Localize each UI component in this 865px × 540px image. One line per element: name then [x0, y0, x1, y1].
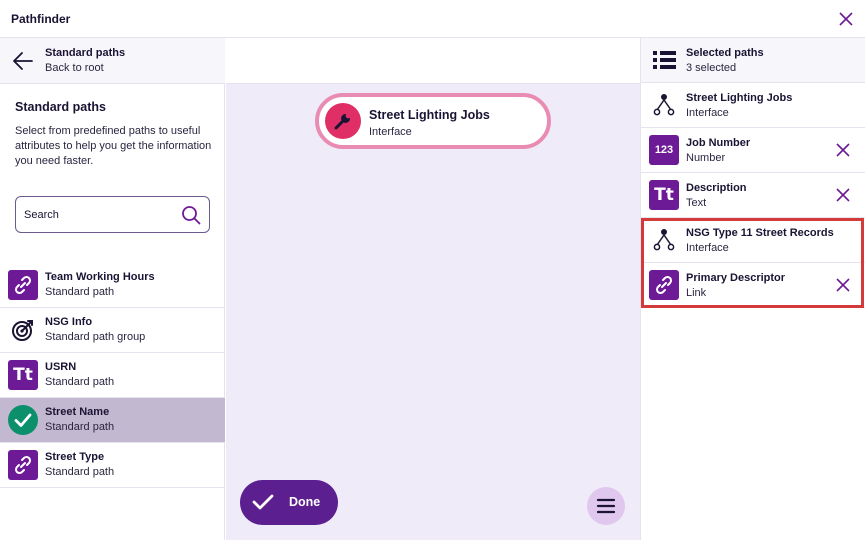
done-button[interactable]: Done — [240, 480, 338, 525]
interface-icon — [653, 229, 675, 251]
list-item-usrn[interactable]: Tt USRN Standard path — [0, 353, 225, 398]
remove-icon[interactable] — [835, 277, 851, 293]
node-title: Street Lighting Jobs — [369, 108, 490, 122]
list-icon — [653, 51, 676, 69]
section-title: Standard paths — [15, 100, 106, 114]
list-item-nsg-info[interactable]: NSG Info Standard path group — [0, 308, 225, 353]
canvas-header — [226, 38, 640, 84]
selected-paths-panel: Selected paths 3 selected Street Lightin… — [640, 38, 865, 540]
list-item-street-type[interactable]: Street Type Standard path — [0, 443, 225, 488]
item-label: Primary Descriptor — [686, 272, 786, 284]
item-sublabel: Standard path — [45, 376, 115, 388]
header-count: 3 selected — [686, 62, 737, 74]
selected-item-street-lighting-jobs[interactable]: Street Lighting Jobs Interface — [641, 83, 865, 128]
selected-item-job-number[interactable]: 123 Job Number Number — [641, 128, 865, 173]
back-title: Standard paths — [45, 47, 126, 59]
text-icon: Tt — [649, 180, 679, 210]
remove-icon[interactable] — [835, 142, 851, 158]
text-icon: Tt — [8, 360, 38, 390]
item-label: Street Type — [45, 451, 105, 463]
search-box[interactable] — [15, 196, 210, 233]
link-icon — [8, 450, 38, 480]
item-label: Street Name — [45, 406, 110, 418]
item-sublabel: Text — [686, 197, 707, 209]
done-label: Done — [289, 495, 321, 509]
left-panel: Standard paths Back to root Standard pat… — [0, 38, 225, 540]
link-icon — [8, 270, 38, 300]
item-sublabel: Interface — [686, 107, 729, 119]
number-icon: 123 — [649, 135, 679, 165]
item-label: Street Lighting Jobs — [686, 92, 793, 104]
link-icon — [649, 270, 679, 300]
item-sublabel: Number — [686, 152, 726, 164]
item-sublabel: Standard path group — [45, 331, 146, 343]
standard-path-list: Team Working Hours Standard path NSG Inf… — [0, 263, 225, 488]
search-input[interactable] — [24, 206, 174, 224]
list-item-team-working-hours[interactable]: Team Working Hours Standard path — [0, 263, 225, 308]
item-sublabel: Link — [686, 287, 707, 299]
path-canvas: Street Lighting Jobs Interface Done — [226, 38, 640, 540]
close-icon[interactable] — [837, 10, 855, 28]
check-icon — [8, 405, 38, 435]
wrench-icon — [325, 103, 361, 139]
hamburger-icon — [596, 498, 616, 514]
interface-node[interactable]: Street Lighting Jobs Interface — [315, 93, 551, 149]
item-label: Description — [686, 182, 747, 194]
item-label: NSG Info — [45, 316, 93, 328]
item-label: Team Working Hours — [45, 271, 155, 283]
item-sublabel: Interface — [686, 242, 729, 254]
app-title: Pathfinder — [11, 12, 71, 26]
selected-item-primary-descriptor[interactable]: Primary Descriptor Link — [641, 263, 865, 308]
arrow-left-icon — [13, 52, 33, 70]
checkmark-icon — [252, 494, 274, 510]
target-icon — [12, 320, 33, 341]
item-label: NSG Type 11 Street Records — [686, 227, 834, 239]
selected-item-description[interactable]: Tt Description Text — [641, 173, 865, 218]
back-subtitle: Back to root — [45, 62, 104, 74]
search-icon[interactable] — [181, 205, 201, 225]
section-description: Select from predefined paths to useful a… — [15, 125, 212, 167]
item-sublabel: Standard path — [45, 466, 115, 478]
interface-icon — [653, 94, 675, 116]
title-bar: Pathfinder — [0, 0, 865, 38]
menu-button[interactable] — [587, 487, 625, 525]
back-to-root-button[interactable]: Standard paths Back to root — [0, 38, 225, 84]
item-sublabel: Standard path — [45, 286, 115, 298]
remove-icon[interactable] — [835, 187, 851, 203]
header-title: Selected paths — [686, 47, 764, 59]
node-subtitle: Interface — [369, 126, 412, 138]
item-label: Job Number — [686, 137, 751, 149]
item-sublabel: Standard path — [45, 421, 115, 433]
selected-item-nsg-type-11[interactable]: NSG Type 11 Street Records Interface — [641, 218, 865, 263]
selected-paths-header: Selected paths 3 selected — [641, 38, 865, 83]
list-item-street-name[interactable]: Street Name Standard path — [0, 398, 225, 443]
item-label: USRN — [45, 361, 77, 373]
